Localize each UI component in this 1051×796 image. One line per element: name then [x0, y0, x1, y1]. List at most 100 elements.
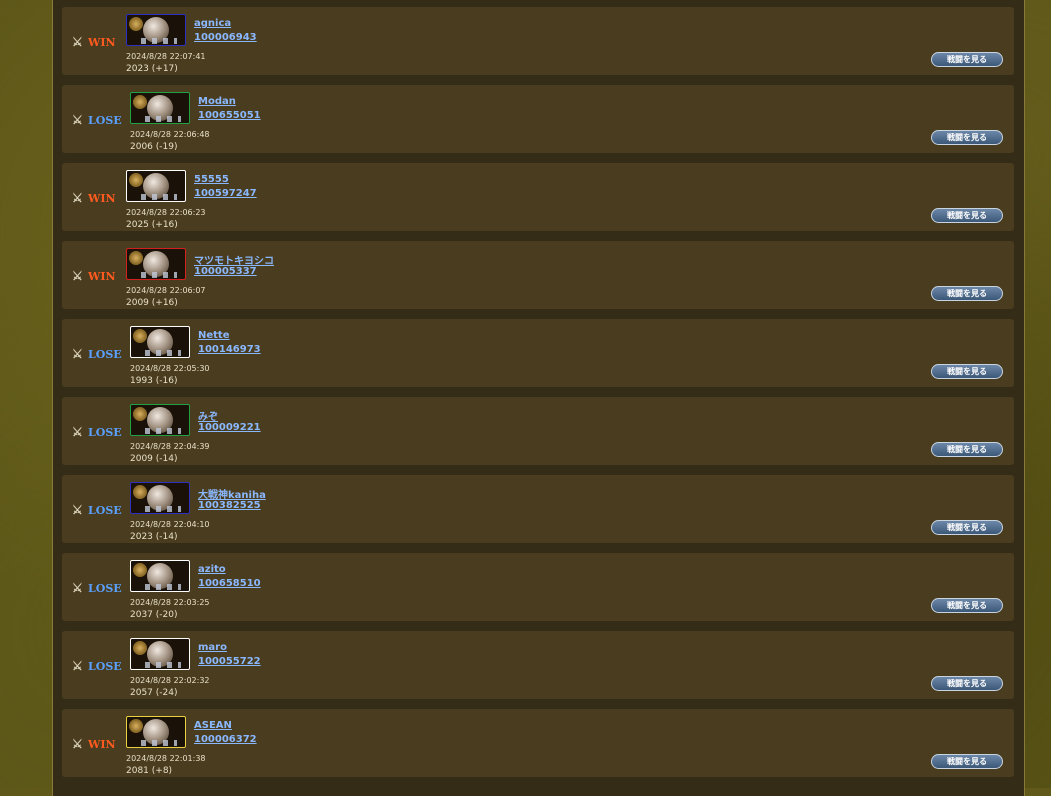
element-icon	[133, 95, 147, 109]
opponent-name-link[interactable]: maro	[198, 642, 227, 653]
result-text: WIN	[88, 35, 116, 49]
element-icon	[133, 407, 147, 421]
result-text: LOSE	[88, 113, 122, 127]
gem-icons	[141, 38, 177, 44]
battle-row: ⚔ WIN agnica 100006943 2024/8/28 22:07:4…	[62, 7, 1014, 75]
opponent-avatar[interactable]	[130, 482, 190, 514]
opponent-avatar[interactable]	[126, 170, 186, 202]
battle-history-panel: ⚔ WIN agnica 100006943 2024/8/28 22:07:4…	[52, 0, 1025, 796]
result-label: ⚔ WIN	[72, 35, 116, 49]
gem-icons	[145, 662, 181, 668]
watch-battle-button[interactable]: 戦闘を見る	[931, 676, 1003, 691]
rating-change: 1993 (-16)	[130, 376, 178, 386]
opponent-name-link[interactable]: マツモトキヨシコ	[194, 252, 274, 267]
result-text: LOSE	[88, 347, 122, 361]
element-icon	[133, 563, 147, 577]
result-label: ⚔ LOSE	[72, 581, 122, 595]
result-text: LOSE	[88, 581, 122, 595]
opponent-id-link[interactable]: 100658510	[198, 578, 261, 589]
element-icon	[129, 719, 143, 733]
opponent-id-link[interactable]: 100146973	[198, 344, 261, 355]
element-icon	[133, 485, 147, 499]
opponent-name-link[interactable]: Modan	[198, 96, 236, 107]
opponent-id-link[interactable]: 100597247	[194, 188, 257, 199]
opponent-name-link[interactable]: 55555	[194, 174, 229, 185]
result-label: ⚔ WIN	[72, 737, 116, 751]
crossed-swords-icon: ⚔	[72, 581, 83, 595]
watch-battle-button[interactable]: 戦闘を見る	[931, 208, 1003, 223]
result-label: ⚔ LOSE	[72, 425, 122, 439]
opponent-name-link[interactable]: 大戦神kaniha	[198, 486, 266, 501]
result-text: WIN	[88, 737, 116, 751]
rating-change: 2057 (-24)	[130, 688, 178, 698]
opponent-name-link[interactable]: azito	[198, 564, 226, 575]
watch-battle-button[interactable]: 戦闘を見る	[931, 286, 1003, 301]
opponent-avatar[interactable]	[130, 404, 190, 436]
opponent-id-link[interactable]: 100006943	[194, 32, 257, 43]
result-label: ⚔ LOSE	[72, 659, 122, 673]
opponent-avatar[interactable]	[126, 14, 186, 46]
opponent-avatar[interactable]	[130, 638, 190, 670]
battle-row: ⚔ LOSE みぞ 100009221 2024/8/28 22:04:39 2…	[62, 397, 1014, 465]
opponent-avatar[interactable]	[130, 326, 190, 358]
opponent-name-link[interactable]: Nette	[198, 330, 230, 341]
battle-timestamp: 2024/8/28 22:04:39	[130, 442, 210, 451]
battle-timestamp: 2024/8/28 22:06:48	[130, 130, 210, 139]
gem-icons	[145, 350, 181, 356]
crossed-swords-icon: ⚔	[72, 659, 83, 673]
opponent-id-link[interactable]: 100005337	[194, 266, 257, 277]
battle-timestamp: 2024/8/28 22:05:30	[130, 364, 210, 373]
element-icon	[133, 329, 147, 343]
result-text: WIN	[88, 191, 116, 205]
gem-icons	[145, 116, 181, 122]
crossed-swords-icon: ⚔	[72, 35, 83, 49]
crossed-swords-icon: ⚔	[72, 737, 83, 751]
battle-timestamp: 2024/8/28 22:04:10	[130, 520, 210, 529]
rating-change: 2081 (+8)	[126, 766, 173, 776]
result-text: LOSE	[88, 503, 122, 517]
rating-change: 2009 (+16)	[126, 298, 178, 308]
gem-icons	[141, 740, 177, 746]
opponent-name-link[interactable]: ASEAN	[194, 720, 232, 731]
opponent-id-link[interactable]: 100055722	[198, 656, 261, 667]
opponent-avatar[interactable]	[130, 560, 190, 592]
result-text: LOSE	[88, 425, 122, 439]
watch-battle-button[interactable]: 戦闘を見る	[931, 754, 1003, 769]
crossed-swords-icon: ⚔	[72, 269, 83, 283]
watch-battle-button[interactable]: 戦闘を見る	[931, 442, 1003, 457]
watch-battle-button[interactable]: 戦闘を見る	[931, 520, 1003, 535]
watch-battle-button[interactable]: 戦闘を見る	[931, 364, 1003, 379]
battle-timestamp: 2024/8/28 22:06:07	[126, 286, 206, 295]
element-icon	[129, 173, 143, 187]
battle-timestamp: 2024/8/28 22:07:41	[126, 52, 206, 61]
gem-icons	[141, 272, 177, 278]
watch-battle-button[interactable]: 戦闘を見る	[931, 130, 1003, 145]
watch-battle-button[interactable]: 戦闘を見る	[931, 598, 1003, 613]
opponent-name-link[interactable]: agnica	[194, 18, 231, 29]
opponent-avatar[interactable]	[126, 248, 186, 280]
opponent-avatar[interactable]	[130, 92, 190, 124]
watch-battle-button[interactable]: 戦闘を見る	[931, 52, 1003, 67]
result-text: WIN	[88, 269, 116, 283]
battle-row: ⚔ LOSE maro 100055722 2024/8/28 22:02:32…	[62, 631, 1014, 699]
rating-change: 2037 (-20)	[130, 610, 178, 620]
crossed-swords-icon: ⚔	[72, 113, 83, 127]
crossed-swords-icon: ⚔	[72, 347, 83, 361]
opponent-name-link[interactable]: みぞ	[198, 408, 218, 423]
opponent-id-link[interactable]: 100655051	[198, 110, 261, 121]
opponent-avatar[interactable]	[126, 716, 186, 748]
rating-change: 2023 (-14)	[130, 532, 178, 542]
battle-row: ⚔ LOSE 大戦神kaniha 100382525 2024/8/28 22:…	[62, 475, 1014, 543]
crossed-swords-icon: ⚔	[72, 191, 83, 205]
battle-timestamp: 2024/8/28 22:06:23	[126, 208, 206, 217]
battle-timestamp: 2024/8/28 22:03:25	[130, 598, 210, 607]
battle-row: ⚔ WIN 55555 100597247 2024/8/28 22:06:23…	[62, 163, 1014, 231]
battle-row: ⚔ LOSE azito 100658510 2024/8/28 22:03:2…	[62, 553, 1014, 621]
opponent-id-link[interactable]: 100006372	[194, 734, 257, 745]
opponent-id-link[interactable]: 100382525	[198, 500, 261, 511]
gem-icons	[141, 194, 177, 200]
battle-row: ⚔ LOSE Modan 100655051 2024/8/28 22:06:4…	[62, 85, 1014, 153]
opponent-id-link[interactable]: 100009221	[198, 422, 261, 433]
crossed-swords-icon: ⚔	[72, 425, 83, 439]
rating-change: 2009 (-14)	[130, 454, 178, 464]
